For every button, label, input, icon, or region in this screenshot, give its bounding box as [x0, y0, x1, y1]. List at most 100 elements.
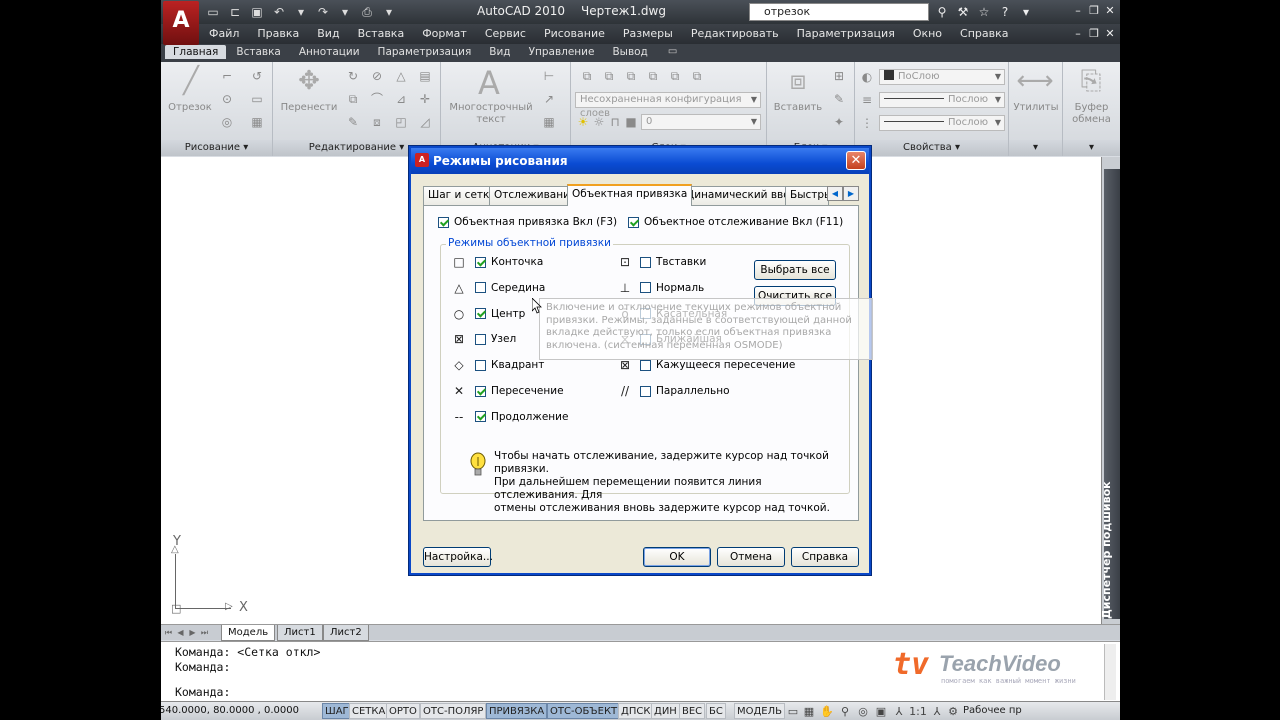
search-input[interactable]: отрезок [749, 3, 929, 21]
checkbox-box[interactable] [475, 411, 486, 423]
linear-dimension-icon[interactable]: ⊢ [541, 68, 557, 84]
color-combo[interactable]: ПоСлою ▼ [879, 69, 1005, 85]
minimize-icon[interactable]: – [1072, 4, 1084, 18]
annotation-scale-value[interactable]: 1:1 [907, 704, 929, 719]
ribbon-tab[interactable]: Вставка [228, 45, 289, 59]
tab-quick-properties[interactable]: Быстры [785, 186, 829, 205]
layer-isolate-icon[interactable]: ⧉ [623, 68, 639, 84]
layout-tab-model[interactable]: Модель [221, 625, 276, 641]
showmotion-icon[interactable]: ▣ [873, 704, 889, 719]
menu-item[interactable]: Сервис [485, 27, 526, 40]
annotation-scale-icon[interactable]: ⅄ [891, 704, 907, 719]
model-space-button[interactable]: МОДЕЛЬ [734, 703, 786, 719]
layer-state-icon[interactable]: ⧉ [601, 68, 617, 84]
stretch-icon[interactable]: ⊿ [393, 91, 409, 107]
line-icon[interactable]: ╱ [171, 66, 211, 96]
mirror-icon[interactable]: △ [393, 68, 409, 84]
quick-view-drawings-icon[interactable]: ▦ [801, 704, 817, 719]
clipboard-label-line1[interactable]: Буфер [1063, 102, 1120, 113]
status-toggle[interactable]: ДИН [651, 703, 680, 719]
command-prompt[interactable]: Команда: [175, 685, 230, 699]
palette-titlebar[interactable]: Диспетчер подшивок [1100, 169, 1120, 619]
next-layout-icon[interactable]: ▶ [187, 626, 198, 639]
checkbox-box[interactable] [475, 385, 486, 397]
osnap-mode-checkbox[interactable]: Твставки [640, 256, 706, 268]
osnap-mode-checkbox[interactable]: Середина [475, 282, 545, 294]
new-icon[interactable]: ▭ [203, 3, 223, 21]
redo-dropdown-icon[interactable]: ▾ [335, 3, 355, 21]
menu-item[interactable]: Редактировать [691, 27, 779, 40]
menu-item[interactable]: Размеры [623, 27, 673, 40]
attribute-icon[interactable]: ✦ [831, 114, 847, 130]
osnap-mode-checkbox[interactable]: Кажущееся пересечение [640, 359, 795, 371]
fillet-icon[interactable]: ⌒ [369, 91, 385, 107]
open-icon[interactable]: ⊏ [225, 3, 245, 21]
offset-icon[interactable]: ◰ [393, 114, 409, 130]
line-button-label[interactable]: Отрезок [165, 102, 215, 113]
checkbox-box[interactable] [628, 216, 639, 228]
layout-tab-sheet1[interactable]: Лист1 [277, 625, 323, 641]
osnap-mode-checkbox[interactable]: Нормаль [640, 282, 704, 294]
osnap-mode-checkbox[interactable]: Конточка [475, 256, 543, 268]
qat-dropdown-icon[interactable]: ▾ [379, 3, 399, 21]
select-all-button[interactable]: Выбрать все [754, 260, 836, 280]
options-button[interactable]: Настройка... [423, 547, 493, 567]
annotation-visibility-icon[interactable]: ⅄ [929, 704, 945, 719]
utilities-label[interactable]: Утилиты [1009, 102, 1063, 113]
menu-item[interactable]: Параметризация [797, 27, 895, 40]
menu-item[interactable]: Правка [257, 27, 299, 40]
help-button[interactable]: Справка [791, 547, 859, 567]
status-toggle[interactable]: СЕТКА [349, 703, 389, 719]
ellipse-icon[interactable]: ◎ [219, 114, 235, 130]
checkbox-box[interactable] [475, 256, 486, 268]
communication-icon[interactable]: ⚒ [954, 3, 972, 21]
undo-dropdown-icon[interactable]: ▾ [291, 3, 311, 21]
panel-draw-title[interactable]: Рисование ▾ [161, 140, 272, 156]
layer-combo[interactable]: 0 ▼ [641, 114, 761, 130]
plot-icon[interactable]: ⎙ [357, 3, 377, 21]
measure-icon[interactable]: ⟷ [1015, 66, 1055, 96]
workspace-label[interactable]: Рабочее пр [961, 703, 1024, 719]
help-dropdown-icon[interactable]: ▾ [1017, 3, 1035, 21]
edit-block-icon[interactable]: ✎ [831, 91, 847, 107]
ribbon-tab[interactable]: Параметризация [370, 45, 480, 59]
bulb-icon[interactable]: ☀ [575, 114, 591, 130]
otrack-on-checkbox[interactable]: Объектное отслеживание Вкл (F11) [628, 216, 843, 228]
command-scrollbar[interactable] [1104, 644, 1116, 700]
ribbon-minimize-icon[interactable]: ▭ [658, 45, 687, 59]
layer-match-icon[interactable]: ⧉ [667, 68, 683, 84]
array-icon[interactable]: ▤ [417, 68, 433, 84]
osnap-mode-checkbox[interactable]: Квадрант [475, 359, 544, 371]
save-icon[interactable]: ▣ [247, 3, 267, 21]
quick-view-layouts-icon[interactable]: ▭ [785, 704, 801, 719]
checkbox-box[interactable] [640, 385, 651, 397]
coordinates-readout[interactable]: 540.0000, 80.0000 , 0.0000 [161, 705, 299, 716]
menu-item[interactable]: Вид [317, 27, 339, 40]
ok-button[interactable]: OK [643, 547, 711, 567]
rectangle-icon[interactable]: ▭ [249, 91, 265, 107]
erase-icon[interactable]: ✎ [345, 114, 361, 130]
command-window[interactable]: Команда: <Сетка откл> Команда: Команда: … [161, 641, 1120, 701]
circle-icon[interactable]: ⊙ [219, 91, 235, 107]
layer-unisolate-icon[interactable]: ⧉ [645, 68, 661, 84]
mtext-label-line2[interactable]: текст [445, 114, 537, 125]
status-toggle[interactable]: ОТС-ОБЪЕКТ [547, 703, 621, 719]
checkbox-box[interactable] [475, 359, 486, 371]
sheet-set-manager-palette[interactable]: Диспетчер подшивок [1100, 157, 1120, 624]
tab-scroll-right-icon[interactable]: ▶ [843, 186, 859, 201]
dialog-close-button[interactable]: ✕ [846, 151, 866, 170]
leader-icon[interactable]: ↗ [541, 91, 557, 107]
layer-state-combo[interactable]: Несохраненная конфигурация слоев ▼ [575, 92, 761, 119]
first-layout-icon[interactable]: ⏮ [163, 626, 174, 639]
cancel-button[interactable]: Отмена [717, 547, 785, 567]
binoculars-icon[interactable]: ⚲ [933, 3, 951, 21]
close-icon[interactable]: ✕ [1104, 4, 1116, 18]
zoom-icon[interactable]: ⚲ [837, 704, 853, 719]
clipboard-label-line2[interactable]: обмена [1063, 114, 1120, 125]
redo-icon[interactable]: ↷ [313, 3, 333, 21]
dialog-titlebar[interactable]: A Режимы рисования ✕ [411, 148, 869, 174]
last-layout-icon[interactable]: ⏭ [199, 626, 210, 639]
menu-item[interactable]: Формат [422, 27, 467, 40]
insert-block-icon[interactable]: ⧈ [771, 66, 825, 97]
tab-object-snap[interactable]: Объектная привязка [567, 184, 693, 206]
